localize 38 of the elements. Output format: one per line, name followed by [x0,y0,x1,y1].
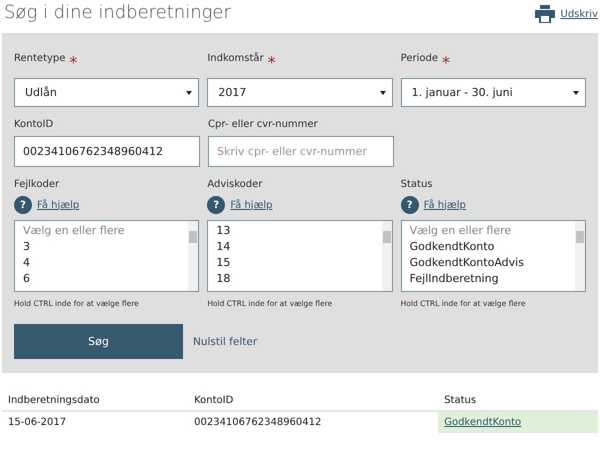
field-label: Indkomstår [207,53,264,66]
field-label: Rentetype [14,53,66,66]
required-mark: * [442,53,450,72]
select-field[interactable]: 2017 [207,78,393,107]
field-label: Periode [400,53,438,66]
page-title: Søg i dine indberetninger [4,2,231,23]
help-button[interactable]: ? [207,196,226,214]
printer-icon[interactable] [534,5,555,23]
help-button[interactable]: ? [400,196,419,214]
required-mark: * [268,53,276,72]
column-header: KontoID [188,391,438,411]
select-field[interactable]: Udlån [14,78,200,107]
multi-select-list[interactable]: 13 14 15 18 [207,220,393,292]
input-field[interactable]: 00234106762348960412 [14,136,200,167]
column-header: Indberetningsdato [2,391,188,411]
table-cell: 15-06-2017 [2,411,188,433]
reset-link[interactable]: Nulstil felter [193,336,258,348]
help-button[interactable]: ? [14,196,32,214]
scrollbar[interactable] [382,221,392,291]
table-cell: 00234106762348960412 [188,411,438,433]
field-label: Adviskoder [207,179,264,190]
field-label: KontoID [14,119,54,130]
multi-select-list[interactable]: Vælg en eller flere GodkendtKonto GodkendtKontoAdvis FejlIndberetning [400,220,586,292]
required-mark: * [69,53,78,72]
status-link[interactable]: GodkendtKonto [444,417,522,428]
print-link[interactable]: Udskriv [560,8,598,20]
select-field[interactable]: 1. januar - 30. juni [400,78,586,107]
field-label: Fejlkoder [14,179,60,190]
help-link[interactable]: Få hjælp [424,200,466,210]
field-label: Cpr- eller cvr-nummer [208,119,319,130]
scrollbar[interactable] [574,221,585,291]
help-link[interactable]: Få hjælp [37,200,80,210]
input-field[interactable]: Skriv cpr- eller cvr-nummer [208,136,394,167]
search-button[interactable]: Søg [14,324,183,359]
scrollbar[interactable] [188,221,198,291]
multi-select-list[interactable]: Vælg en eller flere 3 4 6 [14,220,200,292]
field-label: Status [400,179,434,190]
help-link[interactable]: Få hjælp [230,200,273,210]
